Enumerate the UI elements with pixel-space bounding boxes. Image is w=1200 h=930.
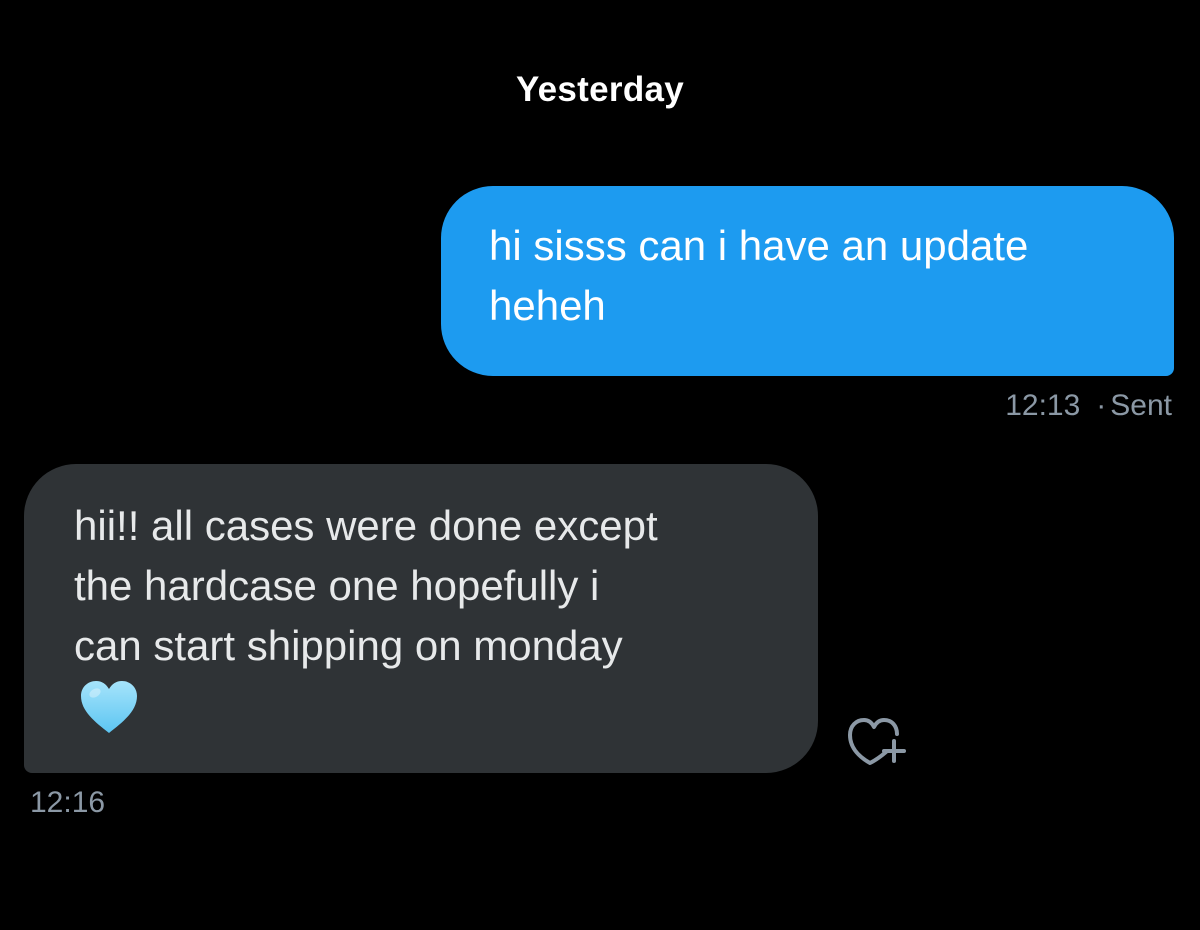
sent-message-meta: 12:13 · Sent [1005, 389, 1172, 423]
sent-message-time: 12:13 [1005, 389, 1081, 422]
received-message-bubble[interactable]: hii!! all cases were done except the har… [24, 464, 818, 773]
meta-separator-dot: · [1096, 389, 1107, 422]
date-separator: Yesterday [515, 70, 685, 109]
heart-plus-icon[interactable] [846, 712, 910, 768]
sent-message-bubble[interactable]: hi sisss can i have an update heheh [441, 186, 1174, 376]
received-message-text: hii!! all cases were done except the har… [74, 502, 658, 669]
sent-message-status: Sent [1110, 389, 1172, 422]
light-blue-heart-icon [81, 681, 137, 733]
received-message-time: 12:16 [30, 786, 106, 819]
sent-message-text: hi sisss can i have an update heheh [489, 222, 1029, 329]
